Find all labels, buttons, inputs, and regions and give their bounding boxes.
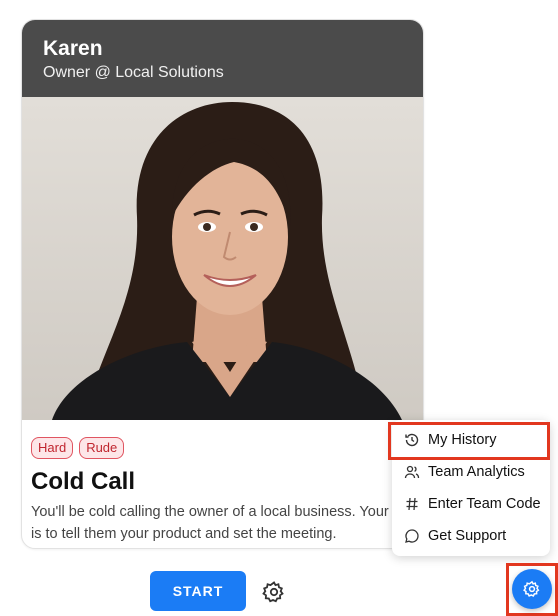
- start-button[interactable]: START: [150, 571, 246, 611]
- menu-label: Get Support: [428, 528, 507, 544]
- persona-name: Karen: [43, 37, 103, 60]
- menu-item-get-support[interactable]: Get Support: [392, 522, 550, 550]
- persona-photo: [22, 97, 423, 420]
- gear-icon: [523, 580, 540, 597]
- persona-role: Owner @ Local Solutions: [43, 64, 224, 81]
- menu-item-enter-team-code[interactable]: Enter Team Code: [392, 490, 550, 518]
- tag-hard: Hard: [31, 437, 74, 459]
- chat-bubble-icon: [405, 529, 419, 543]
- menu-item-team-analytics[interactable]: Team Analytics: [392, 458, 550, 486]
- hash-icon: [406, 497, 418, 511]
- tag-rude: Rude: [79, 437, 125, 459]
- settings-fab-button[interactable]: [512, 569, 552, 609]
- description-line-2: is to tell them your product and set the…: [31, 526, 337, 542]
- persona-card: Karen Owner @ Local Solutions Hard Rude …: [21, 19, 424, 549]
- settings-gear-icon[interactable]: [262, 580, 286, 604]
- card-header: Karen Owner @ Local Solutions: [22, 20, 423, 97]
- description-line-1: You'll be cold calling the owner of a lo…: [31, 504, 389, 520]
- menu-label: Team Analytics: [428, 464, 525, 480]
- scenario-description: You'll be cold calling the owner of a lo…: [31, 501, 423, 545]
- users-icon: [404, 465, 420, 479]
- scenario-title: Cold Call: [31, 468, 136, 495]
- highlight-box-my-history: [388, 422, 550, 460]
- menu-label: Enter Team Code: [428, 496, 541, 512]
- difficulty-tags: Hard Rude: [31, 437, 125, 459]
